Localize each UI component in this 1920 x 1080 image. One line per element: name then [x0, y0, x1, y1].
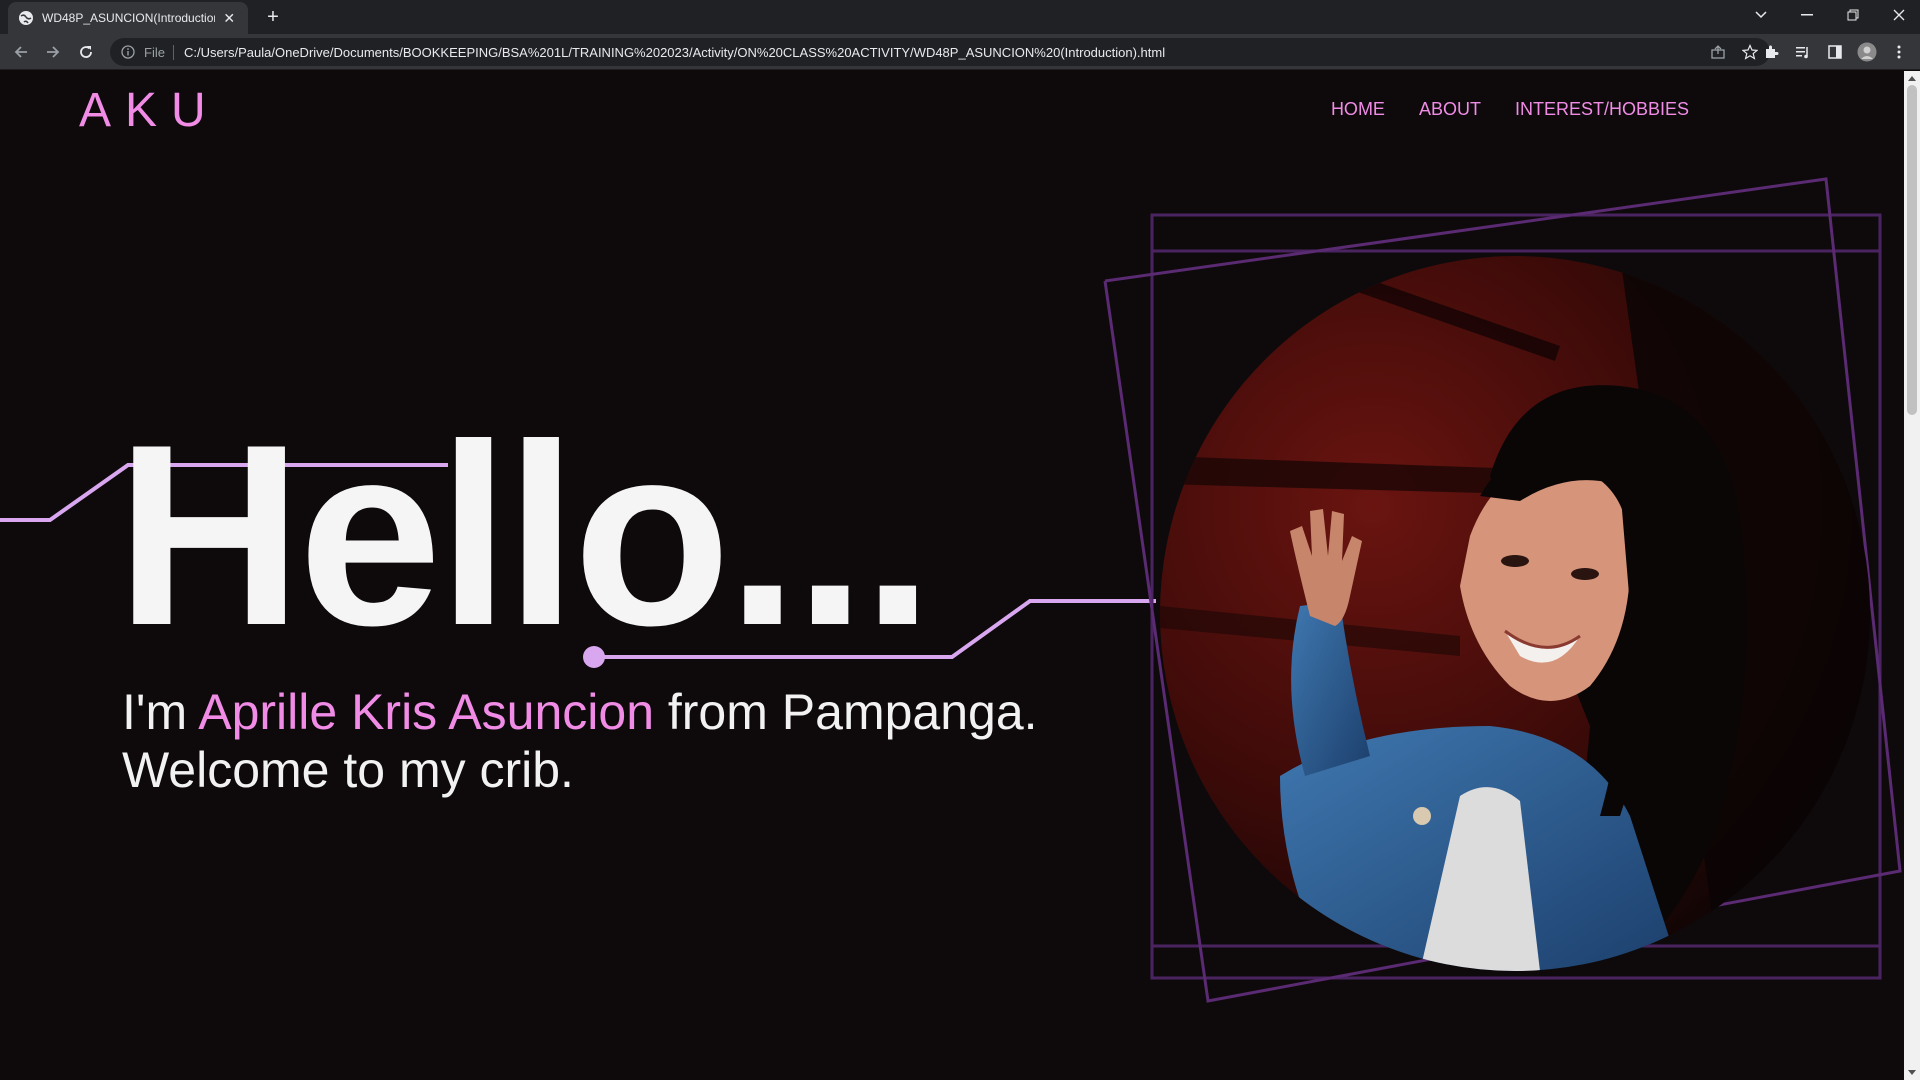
star-icon[interactable]	[1740, 42, 1760, 62]
url-scheme-label: File	[144, 44, 174, 60]
menu-kebab-icon[interactable]	[1888, 41, 1910, 63]
address-bar[interactable]: File C:/Users/Paula/OneDrive/Documents/B…	[110, 38, 1770, 66]
web-page: AKU HOME ABOUT INTEREST/HOBBIES Hello...…	[0, 71, 1904, 1080]
reload-icon[interactable]	[75, 41, 97, 63]
browser-tab[interactable]: WD48P_ASUNCION(Introduction) ✕	[8, 2, 248, 34]
page-scrollbar[interactable]	[1904, 71, 1920, 1080]
media-icon[interactable]	[1792, 41, 1814, 63]
minimize-icon[interactable]	[1784, 0, 1830, 30]
restore-icon[interactable]	[1830, 0, 1876, 30]
nav-interest-hobbies[interactable]: INTEREST/HOBBIES	[1515, 99, 1689, 120]
intro-prefix: I'm	[122, 684, 199, 740]
scrollbar-thumb[interactable]	[1907, 85, 1917, 415]
forward-arrow-icon[interactable]	[42, 41, 64, 63]
close-icon[interactable]: ✕	[221, 10, 238, 27]
tab-title: WD48P_ASUNCION(Introduction)	[42, 11, 215, 25]
site-nav: HOME ABOUT INTEREST/HOBBIES	[1331, 99, 1689, 120]
url-text[interactable]: C:/Users/Paula/OneDrive/Documents/BOOKKE…	[184, 45, 1165, 60]
tab-search-icon[interactable]	[1738, 0, 1784, 30]
browser-toolbar: File C:/Users/Paula/OneDrive/Documents/B…	[0, 34, 1920, 70]
browser-tab-bar: WD48P_ASUNCION(Introduction) ✕ +	[0, 0, 1920, 34]
share-icon[interactable]	[1708, 42, 1728, 62]
plus-icon[interactable]: +	[262, 6, 284, 28]
hero-intro: I'm Aprille Kris Asuncion from Pampanga.…	[122, 683, 1038, 799]
side-panel-icon[interactable]	[1824, 41, 1846, 63]
globe-icon	[18, 10, 34, 26]
scroll-down-icon[interactable]	[1908, 1070, 1916, 1075]
profile-avatar[interactable]	[1856, 41, 1878, 63]
person-name: Aprille Kris Asuncion	[198, 684, 654, 740]
intro-suffix: from Pampanga.	[654, 684, 1038, 740]
hero-greeting: Hello...	[116, 390, 934, 679]
close-window-icon[interactable]	[1876, 0, 1920, 30]
welcome-text: Welcome to my crib.	[122, 742, 574, 798]
scroll-up-icon[interactable]	[1908, 76, 1916, 81]
nav-about[interactable]: ABOUT	[1419, 99, 1481, 120]
site-logo[interactable]: AKU	[79, 83, 220, 138]
extensions-icon[interactable]	[1760, 41, 1782, 63]
profile-photo	[1160, 256, 1870, 971]
nav-home[interactable]: HOME	[1331, 99, 1385, 120]
back-arrow-icon[interactable]	[10, 41, 32, 63]
info-icon[interactable]	[120, 44, 136, 60]
